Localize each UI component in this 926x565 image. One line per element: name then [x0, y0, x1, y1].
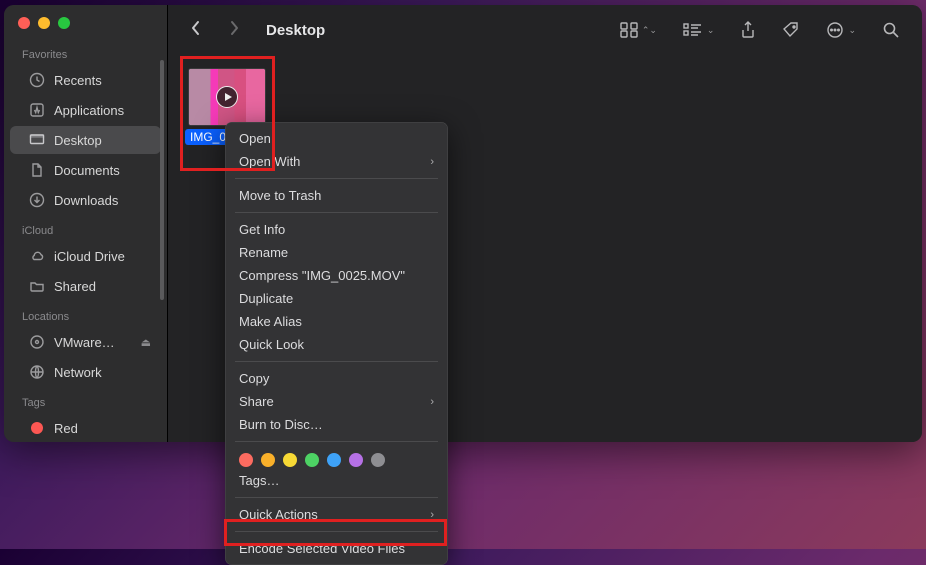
menu-tag-colors — [225, 447, 448, 469]
tag-color-swatch[interactable] — [239, 453, 253, 467]
menu-separator — [235, 178, 438, 179]
desktop-icon — [28, 131, 46, 149]
menu-burn[interactable]: Burn to Disc… — [225, 413, 448, 436]
sidebar-item-label: Documents — [54, 163, 120, 178]
window-title: Desktop — [266, 22, 325, 39]
menu-copy[interactable]: Copy — [225, 367, 448, 390]
section-locations: Locations — [4, 301, 167, 327]
toolbar: Desktop ⌃⌄ ⌄ ⌄ — [168, 5, 922, 55]
sidebar-item-label: Recents — [54, 73, 102, 88]
tag-color-swatch[interactable] — [349, 453, 363, 467]
menu-rename[interactable]: Rename — [225, 241, 448, 264]
menu-tags[interactable]: Tags… — [225, 469, 448, 492]
section-favorites: Favorites — [4, 39, 167, 65]
tags-button[interactable] — [776, 17, 806, 43]
menu-duplicate[interactable]: Duplicate — [225, 287, 448, 310]
tag-color-swatch[interactable] — [283, 453, 297, 467]
tag-red-icon — [28, 419, 46, 437]
sidebar-item-label: Applications — [54, 103, 124, 118]
sidebar-scrollbar[interactable] — [160, 60, 164, 300]
chevron-right-icon: › — [430, 396, 434, 408]
chevron-updown-icon: ⌃⌄ — [642, 25, 657, 36]
menu-move-trash[interactable]: Move to Trash — [225, 184, 448, 207]
section-icloud: iCloud — [4, 215, 167, 241]
tag-color-swatch[interactable] — [261, 453, 275, 467]
sidebar-item-network[interactable]: Network — [10, 358, 161, 386]
finder-window: Favorites Recents Applications Desktop D… — [4, 5, 922, 442]
more-button[interactable]: ⌄ — [820, 17, 862, 43]
minimize-button[interactable] — [38, 17, 50, 29]
menu-open[interactable]: Open — [225, 127, 448, 150]
sidebar-item-label: Desktop — [54, 133, 102, 148]
sidebar-item-label: Red — [54, 421, 78, 436]
sidebar-item-desktop[interactable]: Desktop — [10, 126, 161, 154]
tag-color-swatch[interactable] — [327, 453, 341, 467]
context-menu: Open Open With› Move to Trash Get Info R… — [225, 122, 448, 565]
sidebar-item-shared[interactable]: Shared — [10, 272, 161, 300]
search-button[interactable] — [876, 17, 906, 43]
chevron-right-icon: › — [430, 156, 434, 168]
menu-quick-actions[interactable]: Quick Actions› — [225, 503, 448, 526]
sidebar-item-label: Network — [54, 365, 102, 380]
disk-icon — [28, 333, 46, 351]
tag-color-swatch[interactable] — [305, 453, 319, 467]
back-button[interactable] — [184, 17, 208, 44]
menu-open-with[interactable]: Open With› — [225, 150, 448, 173]
sidebar-item-label: iCloud Drive — [54, 249, 125, 264]
close-button[interactable] — [18, 17, 30, 29]
share-button[interactable] — [734, 17, 762, 43]
menu-compress[interactable]: Compress "IMG_0025.MOV" — [225, 264, 448, 287]
download-icon — [28, 191, 46, 209]
globe-icon — [28, 363, 46, 381]
chevron-right-icon: › — [430, 509, 434, 521]
menu-quick-look[interactable]: Quick Look — [225, 333, 448, 356]
sidebar-item-downloads[interactable]: Downloads — [10, 186, 161, 214]
eject-icon[interactable]: ⏏ — [141, 336, 151, 349]
sidebar-item-icloud-drive[interactable]: iCloud Drive — [10, 242, 161, 270]
menu-get-info[interactable]: Get Info — [225, 218, 448, 241]
play-icon — [216, 86, 238, 108]
sidebar-item-vmware[interactable]: VMware… ⏏ — [10, 328, 161, 356]
menu-separator — [235, 531, 438, 532]
app-icon — [28, 101, 46, 119]
menu-share[interactable]: Share› — [225, 390, 448, 413]
group-by-button[interactable]: ⌄ — [677, 19, 721, 41]
menu-separator — [235, 212, 438, 213]
menu-make-alias[interactable]: Make Alias — [225, 310, 448, 333]
sidebar-item-applications[interactable]: Applications — [10, 96, 161, 124]
menu-separator — [235, 361, 438, 362]
sidebar-item-label: VMware… — [54, 335, 115, 350]
sidebar-item-documents[interactable]: Documents — [10, 156, 161, 184]
cloud-icon — [28, 247, 46, 265]
tag-color-swatch[interactable] — [371, 453, 385, 467]
view-mode-button[interactable]: ⌃⌄ — [614, 18, 663, 42]
menu-separator — [235, 441, 438, 442]
sidebar-item-tag-red[interactable]: Red — [10, 414, 161, 442]
forward-button[interactable] — [222, 17, 246, 44]
window-controls — [4, 13, 167, 39]
file-thumbnail[interactable] — [189, 69, 265, 125]
clock-icon — [28, 71, 46, 89]
folder-shared-icon — [28, 277, 46, 295]
section-tags: Tags — [4, 387, 167, 413]
sidebar: Favorites Recents Applications Desktop D… — [4, 5, 168, 442]
doc-icon — [28, 161, 46, 179]
menu-separator — [235, 497, 438, 498]
sidebar-item-label: Shared — [54, 279, 96, 294]
chevron-down-icon: ⌄ — [707, 25, 715, 36]
sidebar-item-label: Downloads — [54, 193, 118, 208]
fullscreen-button[interactable] — [58, 17, 70, 29]
chevron-down-icon: ⌄ — [848, 25, 856, 36]
sidebar-item-recents[interactable]: Recents — [10, 66, 161, 94]
